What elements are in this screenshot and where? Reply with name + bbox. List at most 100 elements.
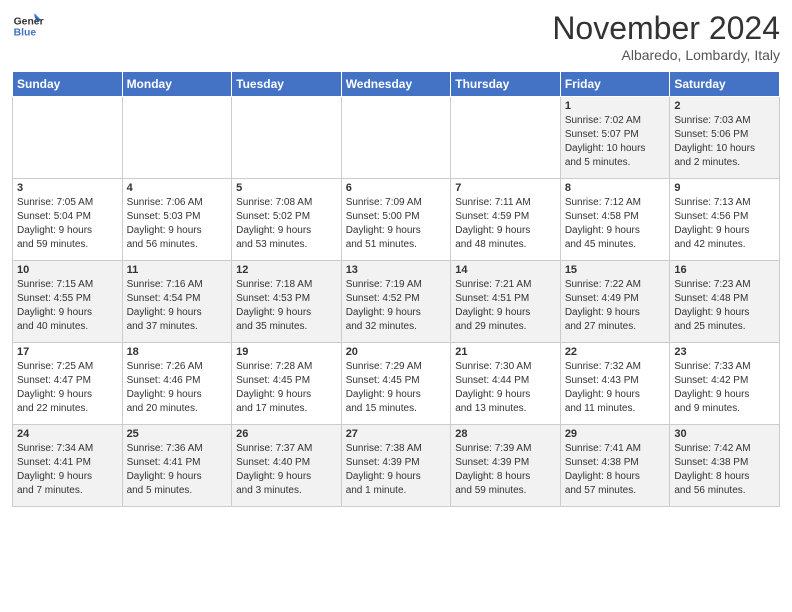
header-sunday: Sunday (13, 72, 123, 97)
calendar-cell: 12 Sunrise: 7:18 AM Sunset: 4:53 PM Dayli… (232, 261, 342, 343)
day-number: 8 (565, 182, 666, 194)
day-number: 2 (674, 100, 775, 112)
day-number: 26 (236, 428, 337, 440)
day-info: Sunrise: 7:11 AM Sunset: 4:59 PM Dayligh… (455, 196, 556, 252)
day-number: 29 (565, 428, 666, 440)
calendar-cell: 6 Sunrise: 7:09 AM Sunset: 5:00 PM Daylig… (341, 179, 451, 261)
day-info: Sunrise: 7:08 AM Sunset: 5:02 PM Dayligh… (236, 196, 337, 252)
day-number: 27 (346, 428, 447, 440)
day-number: 15 (565, 264, 666, 276)
week-row-2: 10 Sunrise: 7:15 AM Sunset: 4:55 PM Dayli… (13, 261, 780, 343)
day-number: 21 (455, 346, 556, 358)
day-info: Sunrise: 7:19 AM Sunset: 4:52 PM Dayligh… (346, 278, 447, 334)
day-number: 18 (127, 346, 228, 358)
day-number: 11 (127, 264, 228, 276)
calendar-cell: 16 Sunrise: 7:23 AM Sunset: 4:48 PM Dayli… (670, 261, 780, 343)
day-info: Sunrise: 7:05 AM Sunset: 5:04 PM Dayligh… (17, 196, 118, 252)
calendar-cell: 15Sunrise: 7:22 AM Sunset: 4:49 PM Dayli… (560, 261, 670, 343)
calendar-table: SundayMondayTuesdayWednesdayThursdayFrid… (12, 71, 780, 507)
calendar-cell: 1Sunrise: 7:02 AM Sunset: 5:07 PM Daylig… (560, 97, 670, 179)
day-info: Sunrise: 7:38 AM Sunset: 4:39 PM Dayligh… (346, 442, 447, 498)
day-info: Sunrise: 7:30 AM Sunset: 4:44 PM Dayligh… (455, 360, 556, 416)
day-info: Sunrise: 7:37 AM Sunset: 4:40 PM Dayligh… (236, 442, 337, 498)
day-info: Sunrise: 7:41 AM Sunset: 4:38 PM Dayligh… (565, 442, 666, 498)
day-info: Sunrise: 7:33 AM Sunset: 4:42 PM Dayligh… (674, 360, 775, 416)
calendar-cell: 30 Sunrise: 7:42 AM Sunset: 4:38 PM Dayli… (670, 425, 780, 507)
day-number: 6 (346, 182, 447, 194)
week-row-1: 3 Sunrise: 7:05 AM Sunset: 5:04 PM Daylig… (13, 179, 780, 261)
header-tuesday: Tuesday (232, 72, 342, 97)
calendar-cell: 28Sunrise: 7:39 AM Sunset: 4:39 PM Dayli… (451, 425, 561, 507)
day-number: 3 (17, 182, 118, 194)
day-info: Sunrise: 7:29 AM Sunset: 4:45 PM Dayligh… (346, 360, 447, 416)
calendar-cell: 21 Sunrise: 7:30 AM Sunset: 4:44 PM Dayli… (451, 343, 561, 425)
day-number: 4 (127, 182, 228, 194)
title-block: November 2024 Albaredo, Lombardy, Italy (552, 10, 780, 63)
calendar-cell (13, 97, 123, 179)
day-number: 23 (674, 346, 775, 358)
logo-icon: General Blue (12, 10, 44, 42)
day-info: Sunrise: 7:26 AM Sunset: 4:46 PM Dayligh… (127, 360, 228, 416)
calendar-cell: 29 Sunrise: 7:41 AM Sunset: 4:38 PM Dayli… (560, 425, 670, 507)
calendar-cell: 24 Sunrise: 7:34 AM Sunset: 4:41 PM Dayli… (13, 425, 123, 507)
calendar-cell: 2 Sunrise: 7:03 AM Sunset: 5:06 PM Daylig… (670, 97, 780, 179)
day-info: Sunrise: 7:13 AM Sunset: 4:56 PM Dayligh… (674, 196, 775, 252)
calendar-cell: 14 Sunrise: 7:21 AM Sunset: 4:51 PM Dayli… (451, 261, 561, 343)
header-friday: Friday (560, 72, 670, 97)
day-info: Sunrise: 7:32 AM Sunset: 4:43 PM Dayligh… (565, 360, 666, 416)
day-number: 17 (17, 346, 118, 358)
calendar-cell: 7 Sunrise: 7:11 AM Sunset: 4:59 PM Daylig… (451, 179, 561, 261)
day-number: 5 (236, 182, 337, 194)
calendar-cell: 3 Sunrise: 7:05 AM Sunset: 5:04 PM Daylig… (13, 179, 123, 261)
day-info: Sunrise: 7:16 AM Sunset: 4:54 PM Dayligh… (127, 278, 228, 334)
calendar-cell: 5 Sunrise: 7:08 AM Sunset: 5:02 PM Daylig… (232, 179, 342, 261)
day-number: 7 (455, 182, 556, 194)
week-row-0: 1Sunrise: 7:02 AM Sunset: 5:07 PM Daylig… (13, 97, 780, 179)
day-number: 25 (127, 428, 228, 440)
day-info: Sunrise: 7:12 AM Sunset: 4:58 PM Dayligh… (565, 196, 666, 252)
calendar-cell (232, 97, 342, 179)
header-wednesday: Wednesday (341, 72, 451, 97)
location: Albaredo, Lombardy, Italy (552, 47, 780, 63)
day-info: Sunrise: 7:03 AM Sunset: 5:06 PM Dayligh… (674, 114, 775, 170)
month-title: November 2024 (552, 10, 780, 47)
calendar-cell: 18 Sunrise: 7:26 AM Sunset: 4:46 PM Dayli… (122, 343, 232, 425)
svg-text:Blue: Blue (14, 28, 37, 39)
calendar-cell: 8 Sunrise: 7:12 AM Sunset: 4:58 PM Daylig… (560, 179, 670, 261)
day-info: Sunrise: 7:18 AM Sunset: 4:53 PM Dayligh… (236, 278, 337, 334)
logo: General Blue (12, 10, 44, 42)
day-number: 9 (674, 182, 775, 194)
day-number: 16 (674, 264, 775, 276)
day-number: 12 (236, 264, 337, 276)
day-info: Sunrise: 7:42 AM Sunset: 4:38 PM Dayligh… (674, 442, 775, 498)
day-info: Sunrise: 7:23 AM Sunset: 4:48 PM Dayligh… (674, 278, 775, 334)
day-number: 30 (674, 428, 775, 440)
week-row-4: 24 Sunrise: 7:34 AM Sunset: 4:41 PM Dayli… (13, 425, 780, 507)
day-info: Sunrise: 7:34 AM Sunset: 4:41 PM Dayligh… (17, 442, 118, 498)
day-info: Sunrise: 7:39 AM Sunset: 4:39 PM Dayligh… (455, 442, 556, 498)
calendar-cell: 25 Sunrise: 7:36 AM Sunset: 4:41 PM Dayli… (122, 425, 232, 507)
day-info: Sunrise: 7:21 AM Sunset: 4:51 PM Dayligh… (455, 278, 556, 334)
calendar-cell: 20Sunrise: 7:29 AM Sunset: 4:45 PM Dayli… (341, 343, 451, 425)
calendar-cell (451, 97, 561, 179)
calendar-cell (341, 97, 451, 179)
day-info: Sunrise: 7:09 AM Sunset: 5:00 PM Dayligh… (346, 196, 447, 252)
day-info: Sunrise: 7:36 AM Sunset: 4:41 PM Dayligh… (127, 442, 228, 498)
day-number: 14 (455, 264, 556, 276)
day-number: 24 (17, 428, 118, 440)
calendar-cell: 11 Sunrise: 7:16 AM Sunset: 4:54 PM Dayli… (122, 261, 232, 343)
day-number: 10 (17, 264, 118, 276)
day-number: 19 (236, 346, 337, 358)
day-number: 13 (346, 264, 447, 276)
calendar-cell: 10 Sunrise: 7:15 AM Sunset: 4:55 PM Dayli… (13, 261, 123, 343)
header-thursday: Thursday (451, 72, 561, 97)
day-info: Sunrise: 7:25 AM Sunset: 4:47 PM Dayligh… (17, 360, 118, 416)
calendar-cell: 17 Sunrise: 7:25 AM Sunset: 4:47 PM Dayli… (13, 343, 123, 425)
calendar-cell: 13 Sunrise: 7:19 AM Sunset: 4:52 PM Dayli… (341, 261, 451, 343)
main-container: General Blue November 2024 Albaredo, Lom… (0, 0, 792, 515)
calendar-cell: 23 Sunrise: 7:33 AM Sunset: 4:42 PM Dayli… (670, 343, 780, 425)
calendar-cell: 22Sunrise: 7:32 AM Sunset: 4:43 PM Dayli… (560, 343, 670, 425)
day-info: Sunrise: 7:15 AM Sunset: 4:55 PM Dayligh… (17, 278, 118, 334)
calendar-header-row: SundayMondayTuesdayWednesdayThursdayFrid… (13, 72, 780, 97)
calendar-cell (122, 97, 232, 179)
